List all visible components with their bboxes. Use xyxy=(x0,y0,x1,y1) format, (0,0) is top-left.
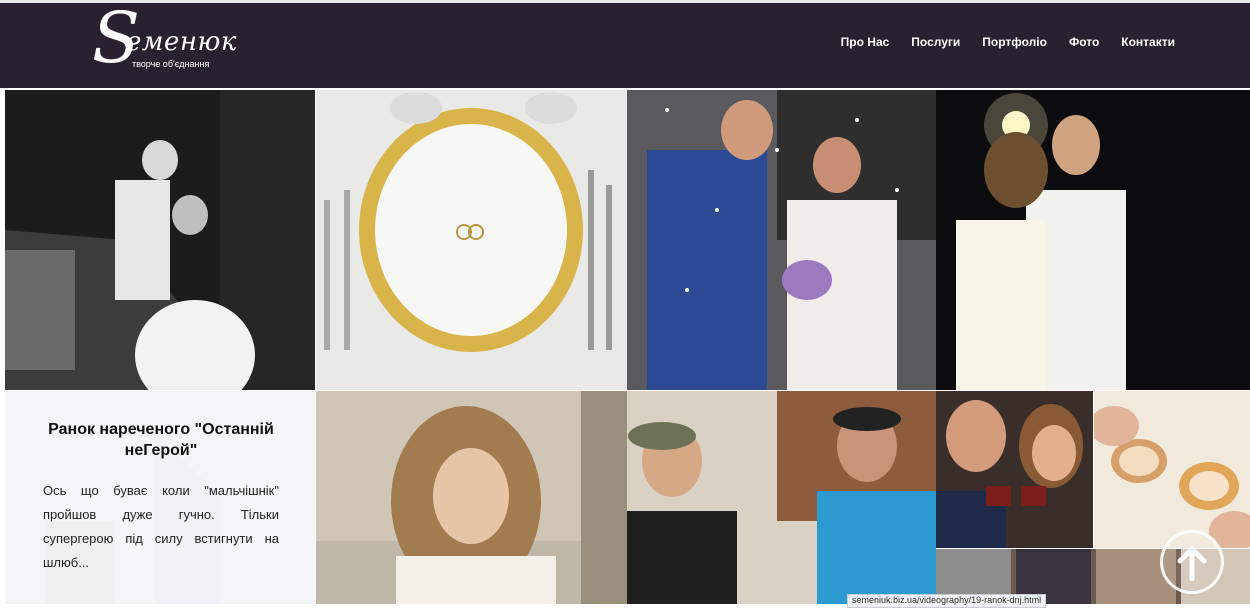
nav-about[interactable]: Про Нас xyxy=(841,35,890,49)
main-nav: Про Нас Послуги Портфоліо Фото Контакти xyxy=(841,35,1175,49)
photo-couple-night xyxy=(936,90,1250,390)
story-card: Ранок нареченого "Останній неГерой" Ось … xyxy=(5,391,315,604)
photo-bw-couple-stairs xyxy=(5,90,315,390)
scroll-to-top-button[interactable] xyxy=(1160,530,1224,594)
nav-photo[interactable]: Фото xyxy=(1069,35,1099,49)
photo-bride-portrait xyxy=(316,391,627,604)
photo-couple-confetti xyxy=(627,90,936,390)
site-header: S еменюк творче об'єднання Про Нас Послу… xyxy=(0,0,1250,88)
photo-tile-couple-coffee[interactable] xyxy=(936,391,1093,548)
photo-two-men xyxy=(627,391,936,604)
story-text: Ось що буває коли "мальчішнік" пройшов д… xyxy=(43,483,279,570)
logo[interactable]: S еменюк творче об'єднання xyxy=(92,3,242,87)
photo-tile-coffee-cups[interactable] xyxy=(1094,391,1250,548)
photo-tile-couple-confetti[interactable] xyxy=(627,90,936,390)
photo-tile-bw-couple-stairs[interactable] xyxy=(5,90,315,390)
nav-portfolio[interactable]: Портфоліо xyxy=(982,35,1047,49)
nav-contacts[interactable]: Контакти xyxy=(1121,35,1175,49)
logo-tagline: творче об'єднання xyxy=(132,59,210,69)
logo-word: еменюк xyxy=(126,27,237,57)
photo-tile-bride-portrait[interactable] xyxy=(316,391,627,604)
arrow-up-icon xyxy=(1177,546,1207,582)
photo-coffee-cups xyxy=(1094,391,1250,548)
photo-plate-rings xyxy=(316,90,627,390)
browser-status-url: semeniuk.biz.ua/videography/19-ranok-dnj… xyxy=(847,594,1047,608)
photo-tile-two-men[interactable] xyxy=(627,391,936,604)
nav-services[interactable]: Послуги xyxy=(911,35,960,49)
story-title[interactable]: Ранок нареченого "Останній неГерой" xyxy=(43,419,279,461)
photo-tile-couple-night[interactable] xyxy=(936,90,1250,390)
photo-couple-coffee xyxy=(936,391,1093,548)
story-tile-groom-morning[interactable]: Ранок нареченого "Останній неГерой" Ось … xyxy=(5,391,315,604)
photo-tile-plate-rings[interactable] xyxy=(316,90,627,390)
